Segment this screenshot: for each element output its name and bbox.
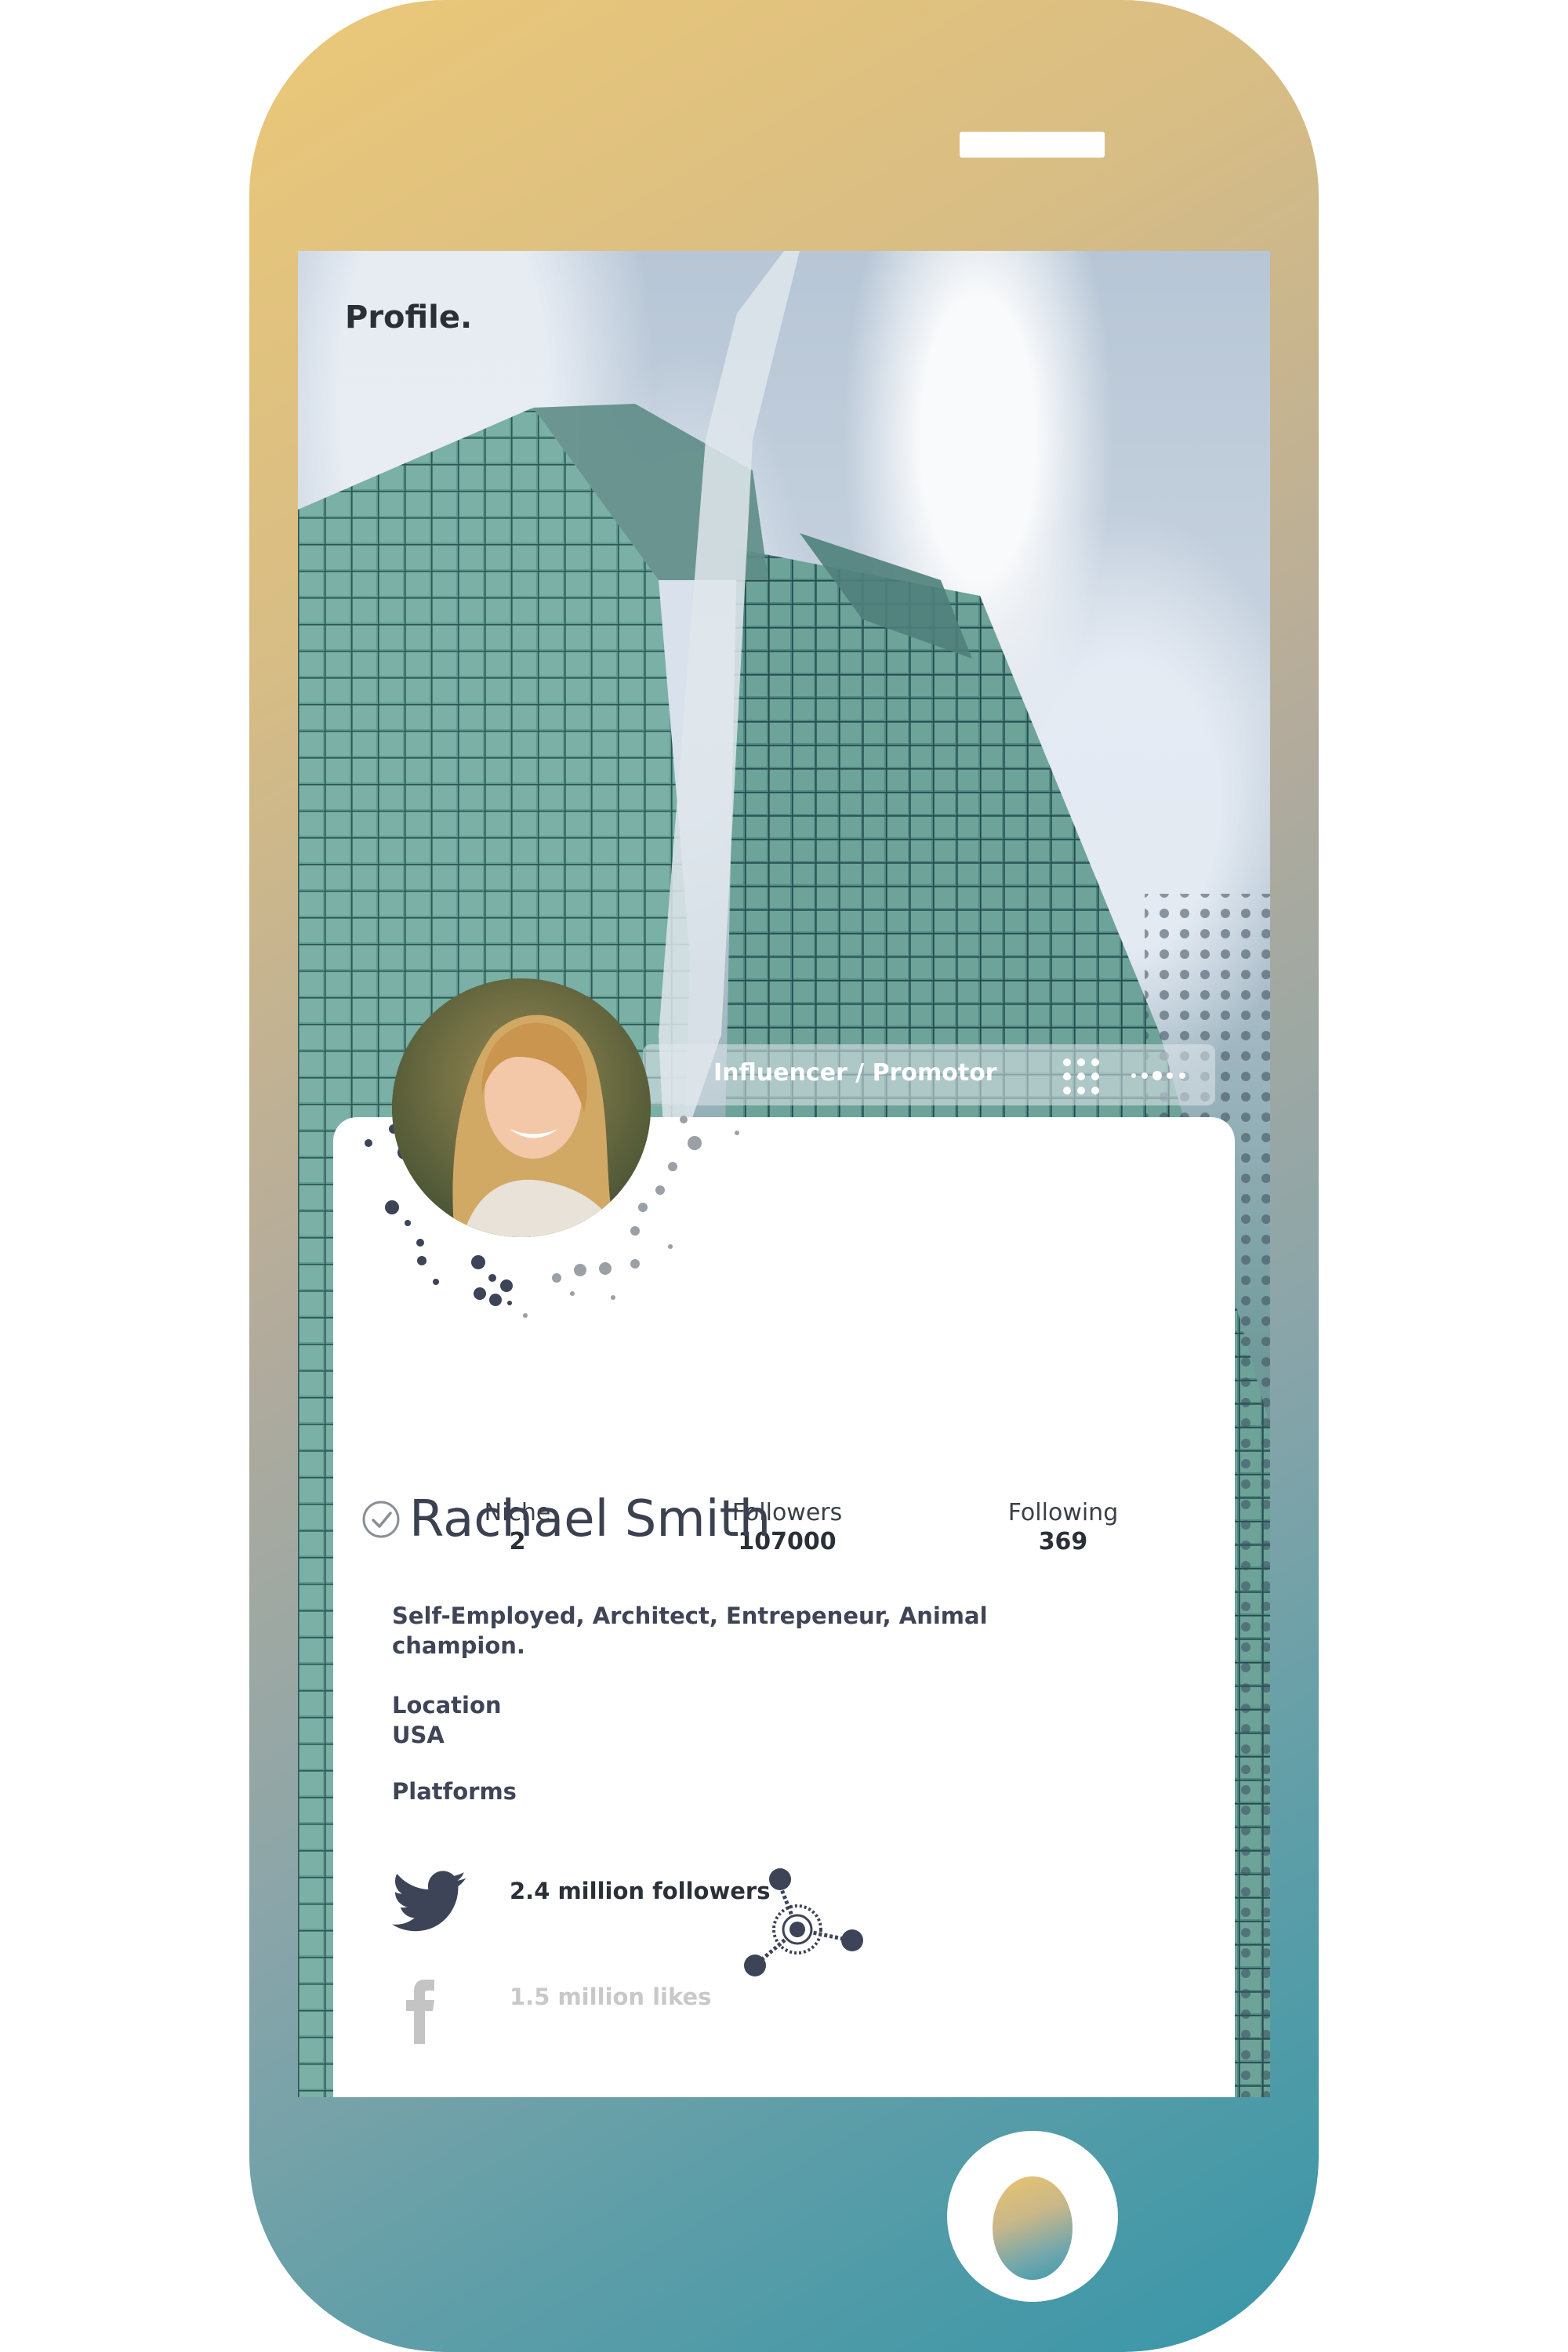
stat-following[interactable]: Following 369 — [969, 1499, 1157, 1555]
home-button-inner — [993, 2176, 1073, 2280]
avatar[interactable] — [392, 978, 651, 1237]
user-name: Rachael Smith — [409, 1490, 771, 1548]
stat-label: Following — [1007, 1499, 1119, 1526]
profile-name-row: Rachael Smith — [361, 1488, 771, 1551]
platforms-label: Platforms — [392, 1778, 517, 1805]
share-network-icon[interactable] — [733, 1862, 874, 1987]
stat-value: 369 — [1038, 1528, 1088, 1555]
facebook-likes: 1.5 million likes — [510, 1984, 712, 2010]
speaker-slot — [960, 132, 1105, 158]
page-title: Profile. — [345, 299, 473, 336]
home-button[interactable] — [947, 2131, 1118, 2302]
location-value: USA — [392, 1722, 445, 1748]
grid-menu-icon[interactable] — [1060, 1055, 1102, 1098]
role-bar: Influencer / Promotor — [643, 1044, 1215, 1105]
role-label: Influencer / Promotor — [713, 1059, 997, 1087]
user-bio: Self-Employed, Architect, Entrepeneur, A… — [392, 1602, 988, 1659]
more-options-icon[interactable] — [1129, 1068, 1192, 1083]
location-label: Location — [392, 1692, 502, 1719]
facebook-icon[interactable] — [406, 1980, 437, 2044]
twitter-followers: 2.4 million followers — [510, 1878, 771, 1904]
verified-check-icon — [362, 1501, 400, 1538]
twitter-icon[interactable] — [392, 1870, 467, 1934]
app-screen: Profile. Influencer / Promotor Niche 2 F… — [298, 251, 1270, 2097]
avatar-photo — [392, 978, 651, 1237]
